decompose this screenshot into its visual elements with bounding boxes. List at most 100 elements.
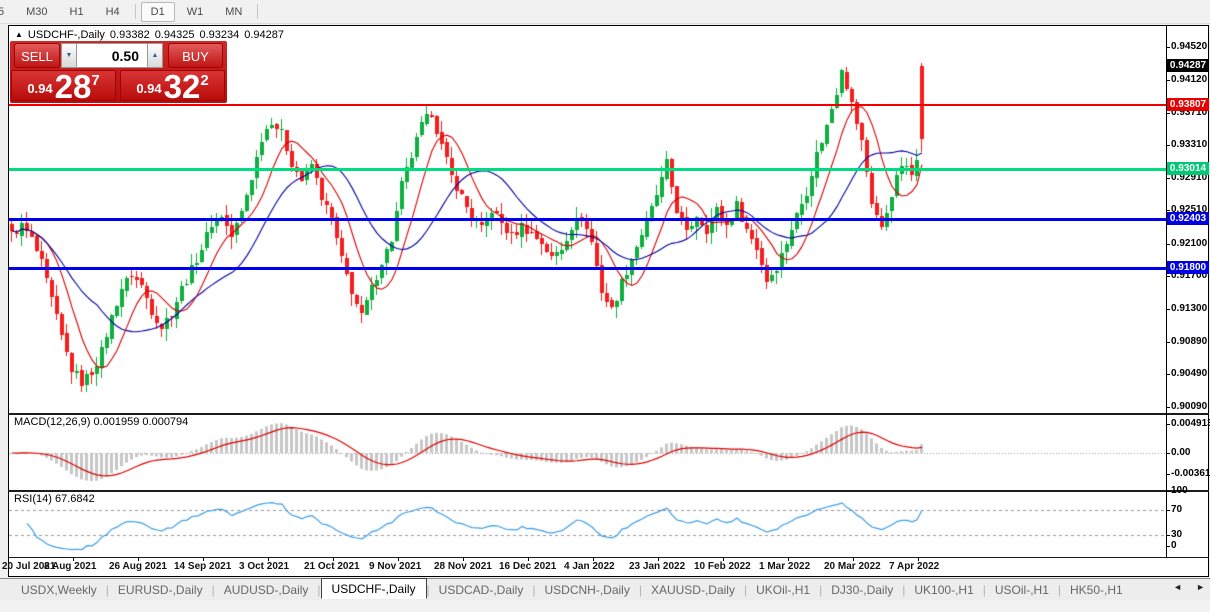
current-price-badge: 0.94287 xyxy=(1167,59,1209,72)
chart-tab-USDCAD-Daily[interactable]: USDCAD-,Daily xyxy=(430,581,533,599)
price-tick-label: 0.93310 xyxy=(1171,139,1207,150)
sell-price-prefix: 0.94 xyxy=(27,81,52,96)
date-label: 9 Nov 2021 xyxy=(369,561,421,572)
timeframe-button-H4[interactable]: H4 xyxy=(96,2,130,22)
rsi-panel-separator[interactable] xyxy=(8,490,1209,492)
volume-increase-button[interactable]: ▲ xyxy=(147,43,163,68)
symbol-name: USDCHF-,Daily xyxy=(28,29,105,41)
macd-axis-label: 0.004913 xyxy=(1171,418,1210,429)
macd-axis-label-tick xyxy=(1166,424,1170,425)
rsi-axis-label: 100 xyxy=(1171,485,1188,496)
chart-tab-USDX-Weekly[interactable]: USDX,Weekly xyxy=(12,581,106,599)
price-tick-label-tick xyxy=(1166,210,1170,211)
macd-axis-label: -0.003614 xyxy=(1171,468,1210,479)
macd-label: MACD(12,26,9) 0.001959 0.000794 xyxy=(14,416,188,428)
date-label: 10 Feb 2022 xyxy=(694,561,751,572)
quote-close: 0.94287 xyxy=(244,29,284,41)
buy-price-sup: 2 xyxy=(200,72,208,89)
rsi-axis-label: 70 xyxy=(1171,504,1182,515)
rsi-canvas[interactable] xyxy=(9,492,1166,557)
price-tick-label-tick xyxy=(1166,342,1170,343)
buy-price-display[interactable]: 0.94 32 2 xyxy=(120,70,225,101)
timeframe-toolbar: 5M30H1H4 D1W1MN xyxy=(0,0,1210,24)
date-label: 26 Aug 2021 xyxy=(109,561,167,572)
date-label: 3 Oct 2021 xyxy=(239,561,289,572)
macd-axis-label-tick xyxy=(1166,474,1170,475)
support-blue-line-2-badge: 0.91800 xyxy=(1167,261,1209,274)
buy-price-big: 32 xyxy=(164,73,201,100)
price-tick-label-tick xyxy=(1166,244,1170,245)
bottom-strip xyxy=(0,600,1210,612)
buy-button[interactable]: BUY xyxy=(168,43,223,68)
date-axis-separator xyxy=(8,557,1209,558)
price-tick-label-tick xyxy=(1166,113,1170,114)
price-tick-label: 0.94520 xyxy=(1171,41,1207,52)
support-green-line-badge: 0.93014 xyxy=(1167,162,1209,175)
date-label: 8 Aug 2021 xyxy=(44,561,96,572)
rsi-axis-label-tick xyxy=(1166,535,1170,536)
toolbar-separator xyxy=(135,4,136,19)
date-label: 23 Jan 2022 xyxy=(629,561,685,572)
rsi-axis-label: 0 xyxy=(1171,540,1177,551)
quote-low: 0.93234 xyxy=(199,29,239,41)
rsi-axis-label-tick xyxy=(1166,546,1170,547)
quote-line: ▲ USDCHF-,Daily 0.93382 0.94325 0.93234 0.942… xyxy=(15,29,289,41)
price-tick-label-tick xyxy=(1166,407,1170,408)
sell-price-display[interactable]: 0.94 28 7 xyxy=(11,70,116,101)
price-tick-label: 0.91300 xyxy=(1171,303,1207,314)
rsi-axis-label-tick xyxy=(1166,510,1170,511)
rsi-axis-label: 30 xyxy=(1171,529,1182,540)
volume-input[interactable] xyxy=(76,43,148,68)
sell-button[interactable]: SELL xyxy=(14,43,60,68)
rsi-axis-label-tick xyxy=(1166,491,1170,492)
timeframe-button-5[interactable]: 5 xyxy=(0,2,14,22)
chart-tab-DJ30-Daily[interactable]: DJ30-,Daily xyxy=(822,581,902,599)
quote-high: 0.94325 xyxy=(155,29,195,41)
one-click-trading-panel: SELL ▼ ▲ BUY 0.94 28 7 0.94 32 2 xyxy=(10,41,227,103)
price-tick-label-tick xyxy=(1166,145,1170,146)
rsi-label: RSI(14) 67.6842 xyxy=(14,493,95,505)
timeframe-button-H1[interactable]: H1 xyxy=(60,2,94,22)
symbol-collapse-icon[interactable]: ▲ xyxy=(15,30,23,39)
timeframe-button-D1[interactable]: D1 xyxy=(141,2,175,22)
timeframe-button-M30[interactable]: M30 xyxy=(16,2,57,22)
tab-scroll-left-button[interactable]: ◄ xyxy=(1173,582,1182,592)
price-tick-label-tick xyxy=(1166,47,1170,48)
macd-axis-label: 0.00 xyxy=(1171,447,1190,458)
quote-open: 0.93382 xyxy=(110,29,150,41)
price-tick-label: 0.90890 xyxy=(1171,336,1207,347)
resistance-line-badge: 0.93807 xyxy=(1167,98,1209,111)
chart-tab-AUDUSD-Daily[interactable]: AUDUSD-,Daily xyxy=(215,581,318,599)
timeframe-button-W1[interactable]: W1 xyxy=(177,2,214,22)
volume-decrease-button[interactable]: ▼ xyxy=(61,43,77,68)
date-label: 14 Sep 2021 xyxy=(174,561,231,572)
chart-tab-USOil-H1[interactable]: USOil-,H1 xyxy=(986,581,1058,599)
date-label: 21 Oct 2021 xyxy=(304,561,360,572)
date-label: 4 Jan 2022 xyxy=(564,561,615,572)
chart-tab-USDCNH-Daily[interactable]: USDCNH-,Daily xyxy=(535,581,638,599)
date-label: 28 Nov 2021 xyxy=(434,561,492,572)
chart-tab-XAUUSD-Daily[interactable]: XAUUSD-,Daily xyxy=(642,581,744,599)
macd-axis-label-tick xyxy=(1166,453,1170,454)
support-blue-line-1-badge: 0.92403 xyxy=(1167,212,1209,225)
tab-nav: ◄ ► xyxy=(1173,582,1205,592)
date-label: 16 Dec 2021 xyxy=(499,561,556,572)
support-green-line xyxy=(9,168,1166,171)
chart-tab-UK100-H1[interactable]: UK100-,H1 xyxy=(905,581,982,599)
date-label: 7 Apr 2022 xyxy=(889,561,939,572)
mt4-terminal: 5M30H1H4 D1W1MN ▲ USDCHF-,Daily 0.93382 0.94… xyxy=(0,0,1210,612)
price-tick-label-tick xyxy=(1166,178,1170,179)
timeframe-button-MN[interactable]: MN xyxy=(215,2,252,22)
chart-tab-EURUSD-Daily[interactable]: EURUSD-,Daily xyxy=(109,581,212,599)
tab-bar: USDX,Weekly|EURUSD-,Daily|AUDUSD-,Daily|… xyxy=(0,578,1210,600)
toolbar-separator xyxy=(257,4,258,19)
chart-tab-HK50-H1[interactable]: HK50-,H1 xyxy=(1061,581,1132,599)
price-tick-label: 0.90090 xyxy=(1171,401,1207,412)
chart-tab-USDCHF-Daily[interactable]: USDCHF-,Daily xyxy=(321,578,427,599)
chart-tab-UKOil-H1[interactable]: UKOil-,H1 xyxy=(747,581,819,599)
tab-scroll-right-button[interactable]: ► xyxy=(1196,582,1205,592)
price-tick-label: 0.90490 xyxy=(1171,368,1207,379)
macd-panel-separator[interactable] xyxy=(8,413,1209,415)
support-blue-line-2 xyxy=(9,267,1166,270)
price-tick-label: 0.94120 xyxy=(1171,74,1207,85)
